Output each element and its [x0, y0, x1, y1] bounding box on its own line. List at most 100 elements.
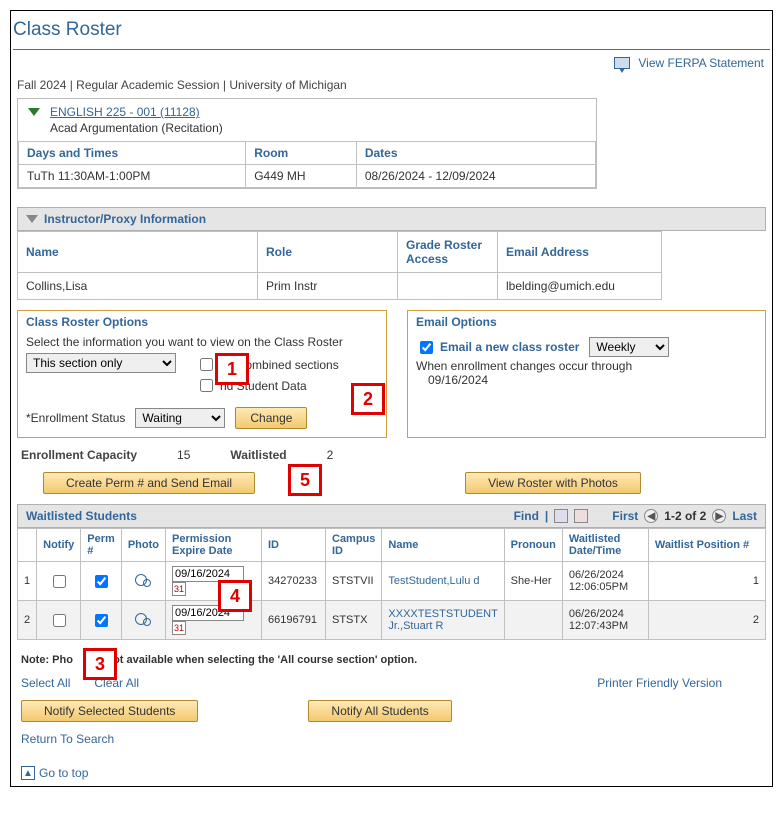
waitlisted-label: Waitlisted	[230, 448, 286, 462]
col-days: Days and Times	[19, 142, 246, 165]
course-box: ENGLISH 225 - 001 (11128) Acad Argumenta…	[17, 98, 597, 189]
view-photos-button[interactable]: View Roster with Photos	[465, 472, 641, 494]
first-label[interactable]: First	[612, 509, 638, 523]
cell-gra	[398, 273, 498, 300]
cell-dates: 08/26/2024 - 12/09/2024	[356, 165, 595, 188]
col-dates: Dates	[356, 142, 595, 165]
marker-4: 4	[218, 580, 252, 612]
select-all-link[interactable]: Select All	[21, 676, 70, 690]
col-pronoun: Pronoun	[504, 529, 562, 562]
cell-id: 66196791	[262, 601, 326, 640]
cell-email: lbelding@umich.edu	[498, 273, 662, 300]
view-ferpa-link[interactable]: View FERPA Statement	[638, 56, 764, 70]
cell-rownum: 2	[18, 601, 37, 640]
col-gra: Grade Roster Access	[398, 232, 498, 273]
col-position: Waitlist Position #	[648, 529, 765, 562]
course-link[interactable]: ENGLISH 225 - 001 (11128)	[50, 105, 200, 119]
col-role: Role	[258, 232, 398, 273]
waitlist-title: Waitlisted Students	[26, 509, 137, 523]
note-prefix: Note: Pho	[21, 654, 73, 666]
notify-all-button[interactable]: Notify All Students	[308, 700, 451, 722]
col-name: Name	[18, 232, 258, 273]
col-email: Email Address	[498, 232, 662, 273]
note-line: Note: Pho ot available when selecting th…	[21, 654, 762, 666]
col-waitdate: Waitlisted Date/Time	[562, 529, 648, 562]
photo-icon[interactable]	[135, 573, 151, 587]
email-desc-line1: When enrollment changes occur through	[416, 359, 757, 373]
cell-waitdate: 06/26/2024 12:06:05PM	[562, 562, 648, 601]
cell-days: TuTh 11:30AM-1:00PM	[19, 165, 246, 188]
student-data-checkbox[interactable]	[200, 379, 213, 392]
class-roster-options: Class Roster Options Select the informat…	[17, 310, 387, 438]
col-rownum	[18, 529, 37, 562]
cell-pronoun	[504, 601, 562, 640]
change-button[interactable]: Change	[235, 407, 307, 429]
calendar-icon[interactable]: 31	[172, 582, 186, 596]
marker-5: 5	[288, 464, 322, 496]
email-options-title: Email Options	[408, 311, 765, 331]
return-to-search-link[interactable]: Return To Search	[21, 732, 114, 746]
cell-pronoun: She-Her	[504, 562, 562, 601]
projector-icon	[614, 57, 630, 69]
cell-room: G449 MH	[246, 165, 357, 188]
col-id: ID	[262, 529, 326, 562]
marker-1: 1	[215, 353, 249, 385]
enrollment-status-select[interactable]: Waiting	[135, 408, 225, 428]
course-subtitle: Acad Argumentation (Recitation)	[50, 121, 223, 135]
table-row: 2 31 66196791 STSTX XXXXTESTSTUDENT Jr.,…	[18, 601, 766, 640]
section-select[interactable]: This section only	[26, 353, 176, 373]
email-options: Email Options Email a new class roster W…	[407, 310, 766, 438]
col-notify: Notify	[37, 529, 81, 562]
cell-rownum: 1	[18, 562, 37, 601]
cell-position: 1	[648, 562, 765, 601]
last-label[interactable]: Last	[732, 509, 757, 523]
go-to-top-link[interactable]: Go to top	[39, 766, 88, 780]
class-options-subtitle: Select the information you want to view …	[26, 335, 378, 349]
create-perm-button[interactable]: Create Perm # and Send Email	[43, 472, 255, 494]
collapse-course-icon[interactable]	[28, 108, 40, 116]
instructor-title: Instructor/Proxy Information	[44, 212, 206, 226]
go-to-top-icon[interactable]: ▲	[21, 766, 35, 780]
enrollment-status-label: *Enrollment Status	[26, 411, 125, 425]
cell-id: 34270233	[262, 562, 326, 601]
waitlist-title-bar: Waitlisted Students Find | First ◀ 1-2 o…	[17, 504, 766, 528]
instructor-section-bar[interactable]: Instructor/Proxy Information	[17, 207, 766, 231]
instructor-table: Name Role Grade Roster Access Email Addr…	[17, 231, 662, 300]
next-page-icon[interactable]: ▶	[712, 509, 726, 523]
prev-page-icon[interactable]: ◀	[644, 509, 658, 523]
course-schedule-table: Days and Times Room Dates TuTh 11:30AM-1…	[18, 141, 596, 188]
photo-icon[interactable]	[135, 612, 151, 626]
enrollment-capacity-label: Enrollment Capacity	[21, 448, 137, 462]
grid-view-icon[interactable]	[554, 509, 568, 523]
student-name-link[interactable]: XXXXTESTSTUDENT Jr.,Stuart R	[388, 608, 497, 632]
combined-sections-checkbox[interactable]	[200, 358, 213, 371]
col-campus: Campus ID	[326, 529, 382, 562]
find-link[interactable]: Find	[514, 509, 539, 523]
notify-checkbox[interactable]	[53, 614, 66, 627]
collapse-instructor-icon[interactable]	[26, 215, 38, 223]
table-row: 1 31 34270233 STSTVII TestStudent,Lulu d…	[18, 562, 766, 601]
waitlisted-value: 2	[327, 448, 334, 462]
cell-campus: STSTX	[326, 601, 382, 640]
note-suffix: ot available when selecting the 'All cou…	[113, 654, 417, 666]
waitlist-grid: Notify Perm # Photo Permission Expire Da…	[17, 528, 766, 640]
notify-checkbox[interactable]	[53, 575, 66, 588]
marker-3: 3	[83, 648, 117, 680]
col-room: Room	[246, 142, 357, 165]
marker-2: 2	[351, 383, 385, 415]
cell-waitdate: 06/26/2024 12:07:43PM	[562, 601, 648, 640]
notify-selected-button[interactable]: Notify Selected Students	[21, 700, 198, 722]
student-name-link[interactable]: TestStudent,Lulu d	[388, 575, 479, 587]
frequency-select[interactable]: Weekly	[589, 337, 669, 357]
cell-campus: STSTVII	[326, 562, 382, 601]
col-perm: Perm #	[81, 529, 122, 562]
col-expire: Permission Expire Date	[166, 529, 262, 562]
printer-friendly-link[interactable]: Printer Friendly Version	[597, 676, 722, 690]
grid-download-icon[interactable]	[574, 509, 588, 523]
calendar-icon[interactable]: 31	[172, 621, 186, 635]
email-roster-checkbox[interactable]	[420, 341, 433, 354]
cell-position: 2	[648, 601, 765, 640]
cell-name: Collins,Lisa	[18, 273, 258, 300]
perm-checkbox[interactable]	[95, 614, 108, 627]
perm-checkbox[interactable]	[95, 575, 108, 588]
